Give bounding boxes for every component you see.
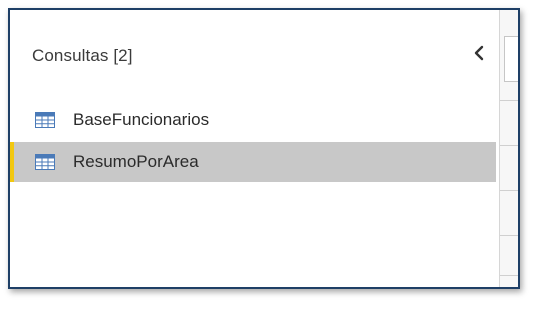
grid-line [500,100,518,101]
queries-pane-title: Consultas [2] [32,46,133,65]
table-icon [35,112,55,128]
queries-pane: Consultas [2] BaseFuncionarios ResumoPor… [10,10,497,287]
grid-line [500,275,518,276]
grid-line [500,190,518,191]
query-item-resumoporarea[interactable]: ResumoPorArea [10,142,496,182]
query-item-label: BaseFuncionarios [73,110,210,129]
query-item-label: ResumoPorArea [73,152,199,171]
data-preview-area [500,10,518,287]
chevron-left-icon [474,45,484,61]
formula-bar[interactable] [504,36,518,82]
grid-line [500,145,518,146]
power-query-window: Consultas [2] BaseFuncionarios ResumoPor… [8,8,520,289]
table-icon [35,154,55,170]
grid-line [500,235,518,236]
collapse-pane-button[interactable] [468,42,490,64]
query-list: BaseFuncionarios ResumoPorArea [10,100,497,184]
query-item-basefuncionarios[interactable]: BaseFuncionarios [10,100,497,140]
